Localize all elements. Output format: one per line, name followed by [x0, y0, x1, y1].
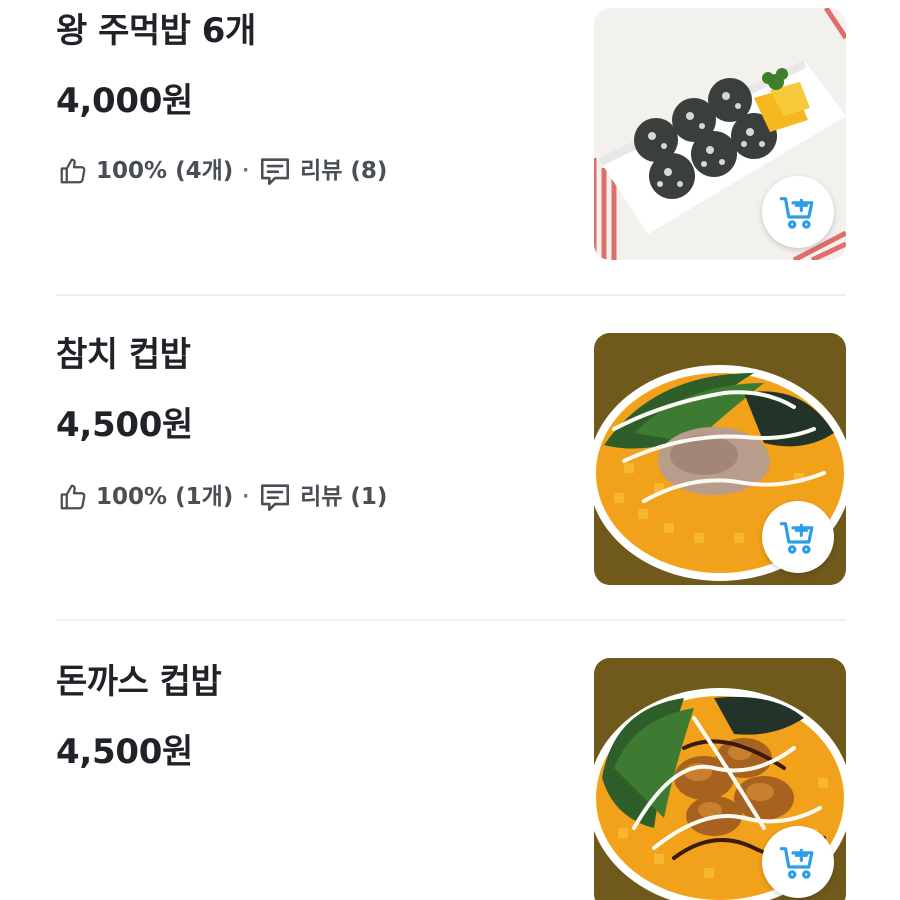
item-price: 4,500원 [56, 732, 194, 772]
meta-separator: · [242, 160, 250, 181]
add-to-cart-icon [779, 847, 814, 879]
review-count-link[interactable]: 리뷰 (8) [300, 159, 387, 183]
add-to-cart-icon [779, 197, 814, 229]
item-name: 참치 컵밥 [56, 335, 191, 375]
item-price: 4,000원 [56, 81, 194, 121]
add-to-cart-button[interactable] [762, 826, 834, 898]
like-rating: 100% (4개) [96, 157, 234, 184]
menu-item[interactable]: 왕 주먹밥 6개 4,000원 100% (4개) · 리뷰 (8) [0, 0, 900, 296]
item-meta: 100% (1개) · 리뷰 (1) [58, 480, 387, 514]
menu-image-pork-cutlet-rice-bowl[interactable] [594, 658, 846, 900]
menu-image-tuna-rice-bowl[interactable] [594, 333, 846, 585]
speech-bubble-icon [258, 480, 292, 514]
menu-item[interactable]: 참치 컵밥 4,500원 100% (1개) · 리뷰 (1) [0, 296, 900, 620]
menu-item[interactable]: 돈까스 컵밥 4,500원 [0, 621, 900, 900]
item-price: 4,500원 [56, 405, 194, 445]
menu-list: 왕 주먹밥 6개 4,000원 100% (4개) · 리뷰 (8) 참치 컵밥… [0, 0, 900, 900]
meta-separator: · [242, 486, 250, 507]
item-name: 돈까스 컵밥 [56, 662, 222, 702]
add-to-cart-button[interactable] [762, 501, 834, 573]
speech-bubble-icon [258, 154, 292, 188]
thumbs-up-icon [58, 482, 88, 512]
add-to-cart-icon [779, 522, 814, 554]
add-to-cart-button[interactable] [762, 176, 834, 248]
review-count-link[interactable]: 리뷰 (1) [300, 485, 387, 509]
like-rating: 100% (1개) [96, 483, 234, 510]
menu-image-rice-balls[interactable] [594, 8, 846, 260]
item-meta: 100% (4개) · 리뷰 (8) [58, 154, 387, 188]
item-name: 왕 주먹밥 6개 [56, 11, 256, 51]
thumbs-up-icon [58, 156, 88, 186]
